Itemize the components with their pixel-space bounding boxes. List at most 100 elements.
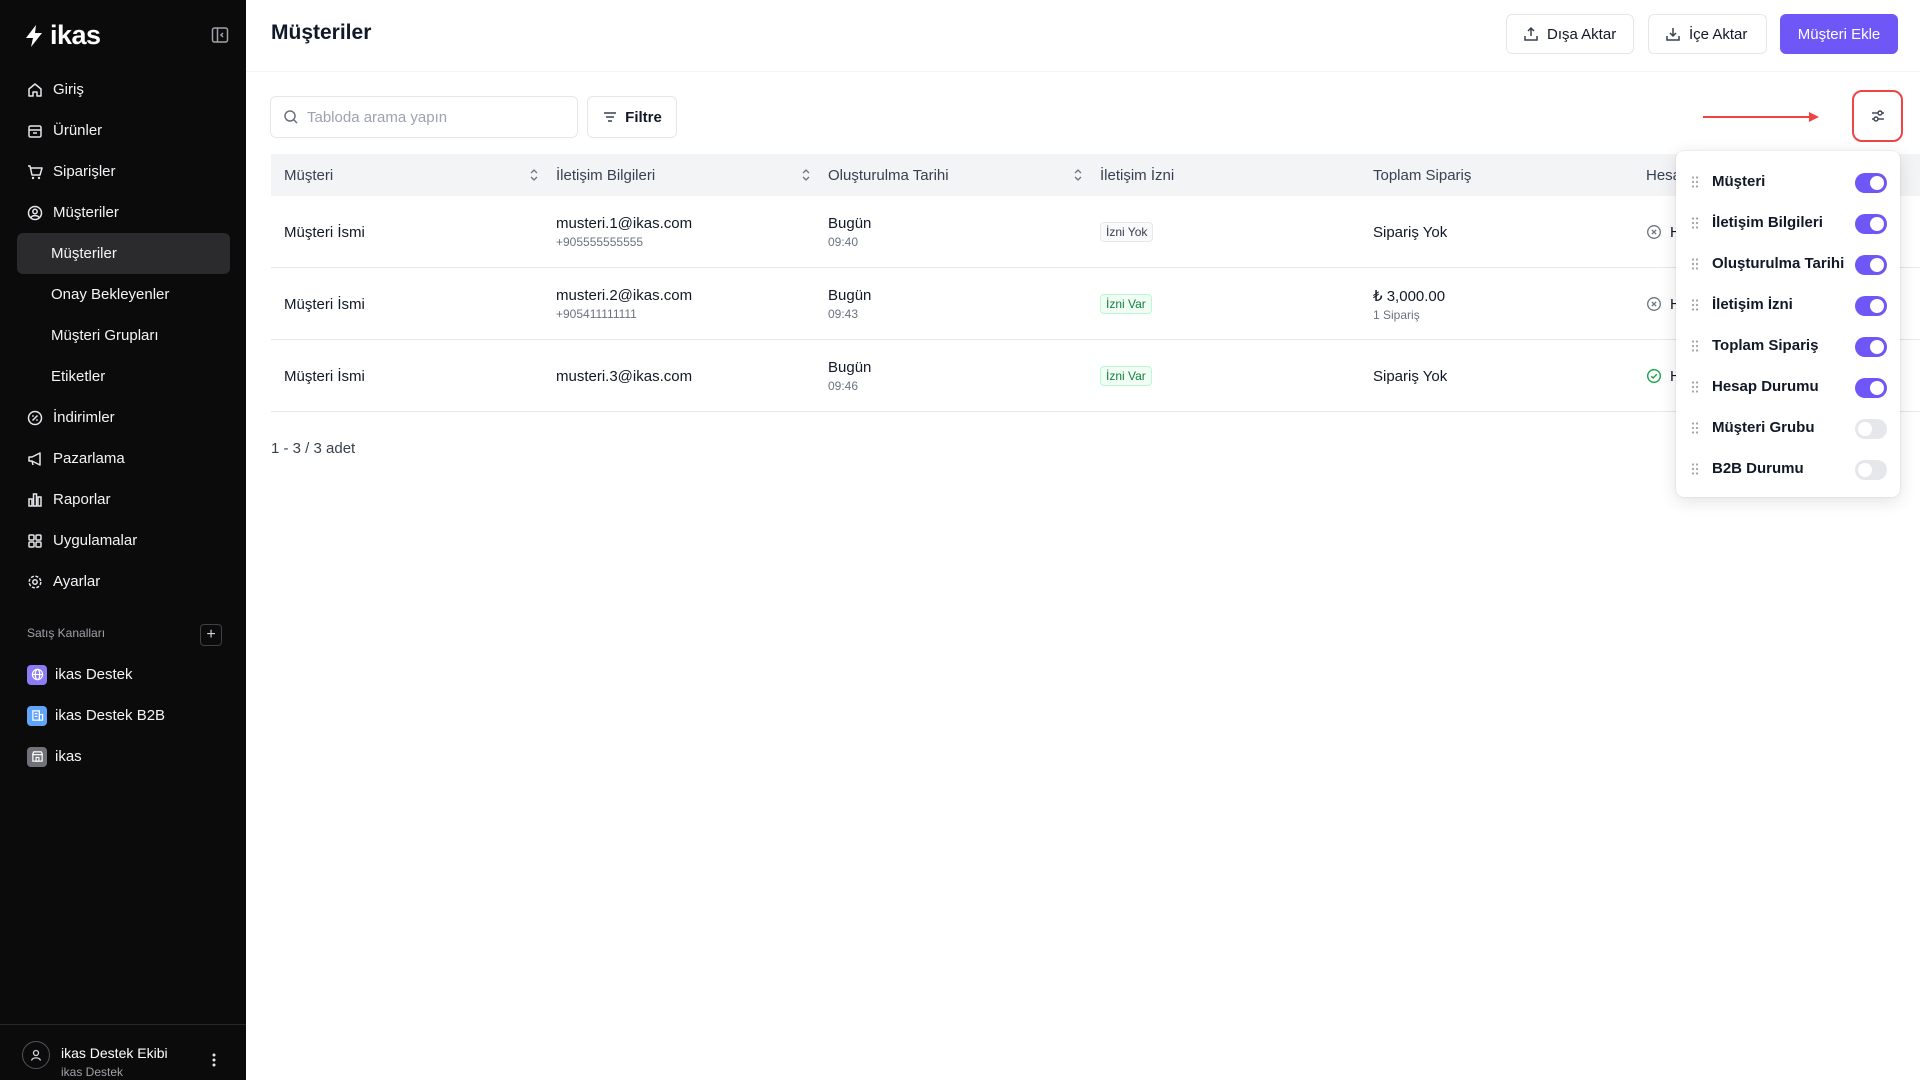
sidebar-item-label: Onay Bekleyenler: [51, 286, 170, 303]
add-channel-button[interactable]: +: [200, 624, 222, 646]
channel-item-ikas[interactable]: ikas: [17, 736, 230, 777]
sidebar-subitem-musteri-gruplari[interactable]: Müşteri Grupları: [17, 315, 230, 356]
export-button[interactable]: Dışa Aktar: [1506, 14, 1634, 54]
column-toggle-switch[interactable]: [1855, 419, 1887, 439]
add-customer-button[interactable]: Müşteri Ekle: [1780, 14, 1898, 54]
drag-handle-icon[interactable]: [1690, 298, 1700, 312]
user-circle-icon: [27, 205, 43, 221]
sidebar-subitem-musteriler[interactable]: Müşteriler: [17, 233, 230, 274]
more-vertical-icon[interactable]: [205, 1051, 223, 1069]
column-toggle-switch[interactable]: [1855, 214, 1887, 234]
download-icon: [1666, 28, 1680, 41]
table-row[interactable]: Müşteri İsmi musteri.1@ikas.com +90555555…: [271, 196, 1920, 268]
created-cell: Bugün 09:46: [828, 340, 871, 412]
sidebar-item-pazarlama[interactable]: Pazarlama: [17, 438, 230, 479]
created-time: 09:43: [828, 307, 859, 321]
box-icon: [27, 123, 43, 139]
created-time: 09:46: [828, 379, 859, 393]
column-header-permission[interactable]: İletişim İzni: [1100, 154, 1174, 196]
created-date: Bugün: [828, 287, 872, 304]
channel-label: ikas Destek B2B: [55, 707, 166, 724]
sidebar-item-raporlar[interactable]: Raporlar: [17, 479, 230, 520]
sidebar-item-label: Siparişler: [53, 163, 116, 180]
sidebar-item-uygulamalar[interactable]: Uygulamalar: [17, 520, 230, 561]
sidebar-item-musteriler[interactable]: Müşteriler: [17, 192, 230, 233]
column-toggle-row[interactable]: Müşteri: [1676, 161, 1900, 202]
column-toggle-row[interactable]: Müşteri Grubu: [1676, 407, 1900, 448]
sidebar-item-label: İndirimler: [53, 409, 115, 426]
column-toggle-switch[interactable]: [1855, 173, 1887, 193]
permission-cell: İzni Var: [1100, 268, 1152, 340]
sidebar-subitem-etiketler[interactable]: Etiketler: [17, 356, 230, 397]
drag-handle-icon[interactable]: [1690, 380, 1700, 394]
megaphone-icon: [27, 451, 43, 467]
sidebar-nav: Giriş Ürünler Siparişler Müşteriler Müşt…: [17, 69, 230, 602]
sales-channels-title: Satış Kanalları: [27, 626, 106, 640]
sidebar-item-giris[interactable]: Giriş: [17, 69, 230, 110]
filter-label: Filtre: [625, 108, 662, 126]
column-toggle-row[interactable]: İletişim Bilgileri: [1676, 202, 1900, 243]
import-button[interactable]: İçe Aktar: [1648, 14, 1767, 54]
sidebar-subitem-onay-bekleyenler[interactable]: Onay Bekleyenler: [17, 274, 230, 315]
chart-icon: [27, 492, 43, 508]
column-toggle-row[interactable]: Toplam Sipariş: [1676, 325, 1900, 366]
created-time: 09:40: [828, 235, 859, 249]
sidebar-item-label: Müşteriler: [51, 245, 117, 262]
sidebar-item-label: Pazarlama: [53, 450, 125, 467]
customer-email: musteri.1@ikas.com: [556, 215, 693, 232]
search-input[interactable]: [307, 108, 547, 126]
column-toggle-row[interactable]: İletişim İzni: [1676, 284, 1900, 325]
column-header-customer[interactable]: Müşteri: [284, 154, 544, 196]
sidebar-item-label: Ürünler: [53, 122, 103, 139]
drag-handle-icon[interactable]: [1690, 462, 1700, 476]
created-cell: Bugün 09:40: [828, 196, 871, 268]
column-header-contact[interactable]: İletişim Bilgileri: [556, 154, 816, 196]
sidebar: ikas Giriş Ürünler Siparişler Müşteriler…: [0, 0, 246, 1080]
contact-cell: musteri.2@ikas.com +905411111111: [556, 268, 692, 340]
customer-email: musteri.2@ikas.com: [556, 287, 693, 304]
user-org: ikas Destek: [61, 1065, 124, 1079]
created-date: Bugün: [828, 215, 872, 232]
annotation-arrow: [1703, 112, 1819, 122]
drag-handle-icon[interactable]: [1690, 421, 1700, 435]
brand-name: ikas: [50, 20, 101, 50]
drag-handle-icon[interactable]: [1690, 339, 1700, 353]
filter-button[interactable]: Filtre: [587, 96, 677, 138]
orders-cell: Sipariş Yok: [1373, 196, 1447, 268]
user-profile[interactable]: ikas Destek Ekibi ikas Destek: [0, 1024, 246, 1080]
column-toggle-switch[interactable]: [1855, 337, 1887, 357]
table-header: Müşteri İletişim Bilgileri Oluşturulma T…: [271, 154, 1920, 196]
column-toggle-switch[interactable]: [1855, 255, 1887, 275]
channel-item-ikas-destek-b2b[interactable]: ikas Destek B2B: [17, 695, 230, 736]
channel-item-ikas-destek[interactable]: ikas Destek: [17, 654, 230, 695]
column-toggle-switch[interactable]: [1855, 296, 1887, 316]
sidebar-item-label: Müşteriler: [53, 204, 119, 221]
drag-handle-icon[interactable]: [1690, 175, 1700, 189]
column-toggle-label: B2B Durumu: [1712, 460, 1804, 477]
column-toggle-switch[interactable]: [1855, 378, 1887, 398]
sidebar-item-urunler[interactable]: Ürünler: [17, 110, 230, 151]
ikas-logo[interactable]: ikas: [24, 20, 101, 51]
sidebar-item-siparisler[interactable]: Siparişler: [17, 151, 230, 192]
table-search[interactable]: [270, 96, 578, 138]
add-customer-label: Müşteri Ekle: [1797, 25, 1881, 43]
column-header-orders[interactable]: Toplam Sipariş: [1373, 154, 1471, 196]
column-toggle-switch[interactable]: [1855, 460, 1887, 480]
sidebar-item-indirimler[interactable]: İndirimler: [17, 397, 230, 438]
column-toggle-row[interactable]: Oluşturulma Tarihi: [1676, 243, 1900, 284]
column-header-created[interactable]: Oluşturulma Tarihi: [828, 154, 1088, 196]
column-toggle-row[interactable]: Hesap Durumu: [1676, 366, 1900, 407]
table-row[interactable]: Müşteri İsmi musteri.3@ikas.com Bugün 09:…: [271, 340, 1920, 412]
column-toggle-label: Müşteri Grubu: [1712, 419, 1815, 436]
column-header-label: Müşteri: [284, 166, 334, 184]
orders-total: ₺ 3,000.00: [1373, 287, 1446, 305]
drag-handle-icon[interactable]: [1690, 216, 1700, 230]
drag-handle-icon[interactable]: [1690, 257, 1700, 271]
sidebar-item-ayarlar[interactable]: Ayarlar: [17, 561, 230, 602]
sidebar-collapse-icon[interactable]: [211, 26, 229, 44]
column-toggle-row[interactable]: B2B Durumu: [1676, 448, 1900, 489]
column-toggle-label: Oluşturulma Tarihi: [1712, 255, 1845, 272]
contact-cell: musteri.1@ikas.com +905555555555: [556, 196, 692, 268]
table-row[interactable]: Müşteri İsmi musteri.2@ikas.com +90541111…: [271, 268, 1920, 340]
column-settings-button[interactable]: [1852, 90, 1903, 142]
